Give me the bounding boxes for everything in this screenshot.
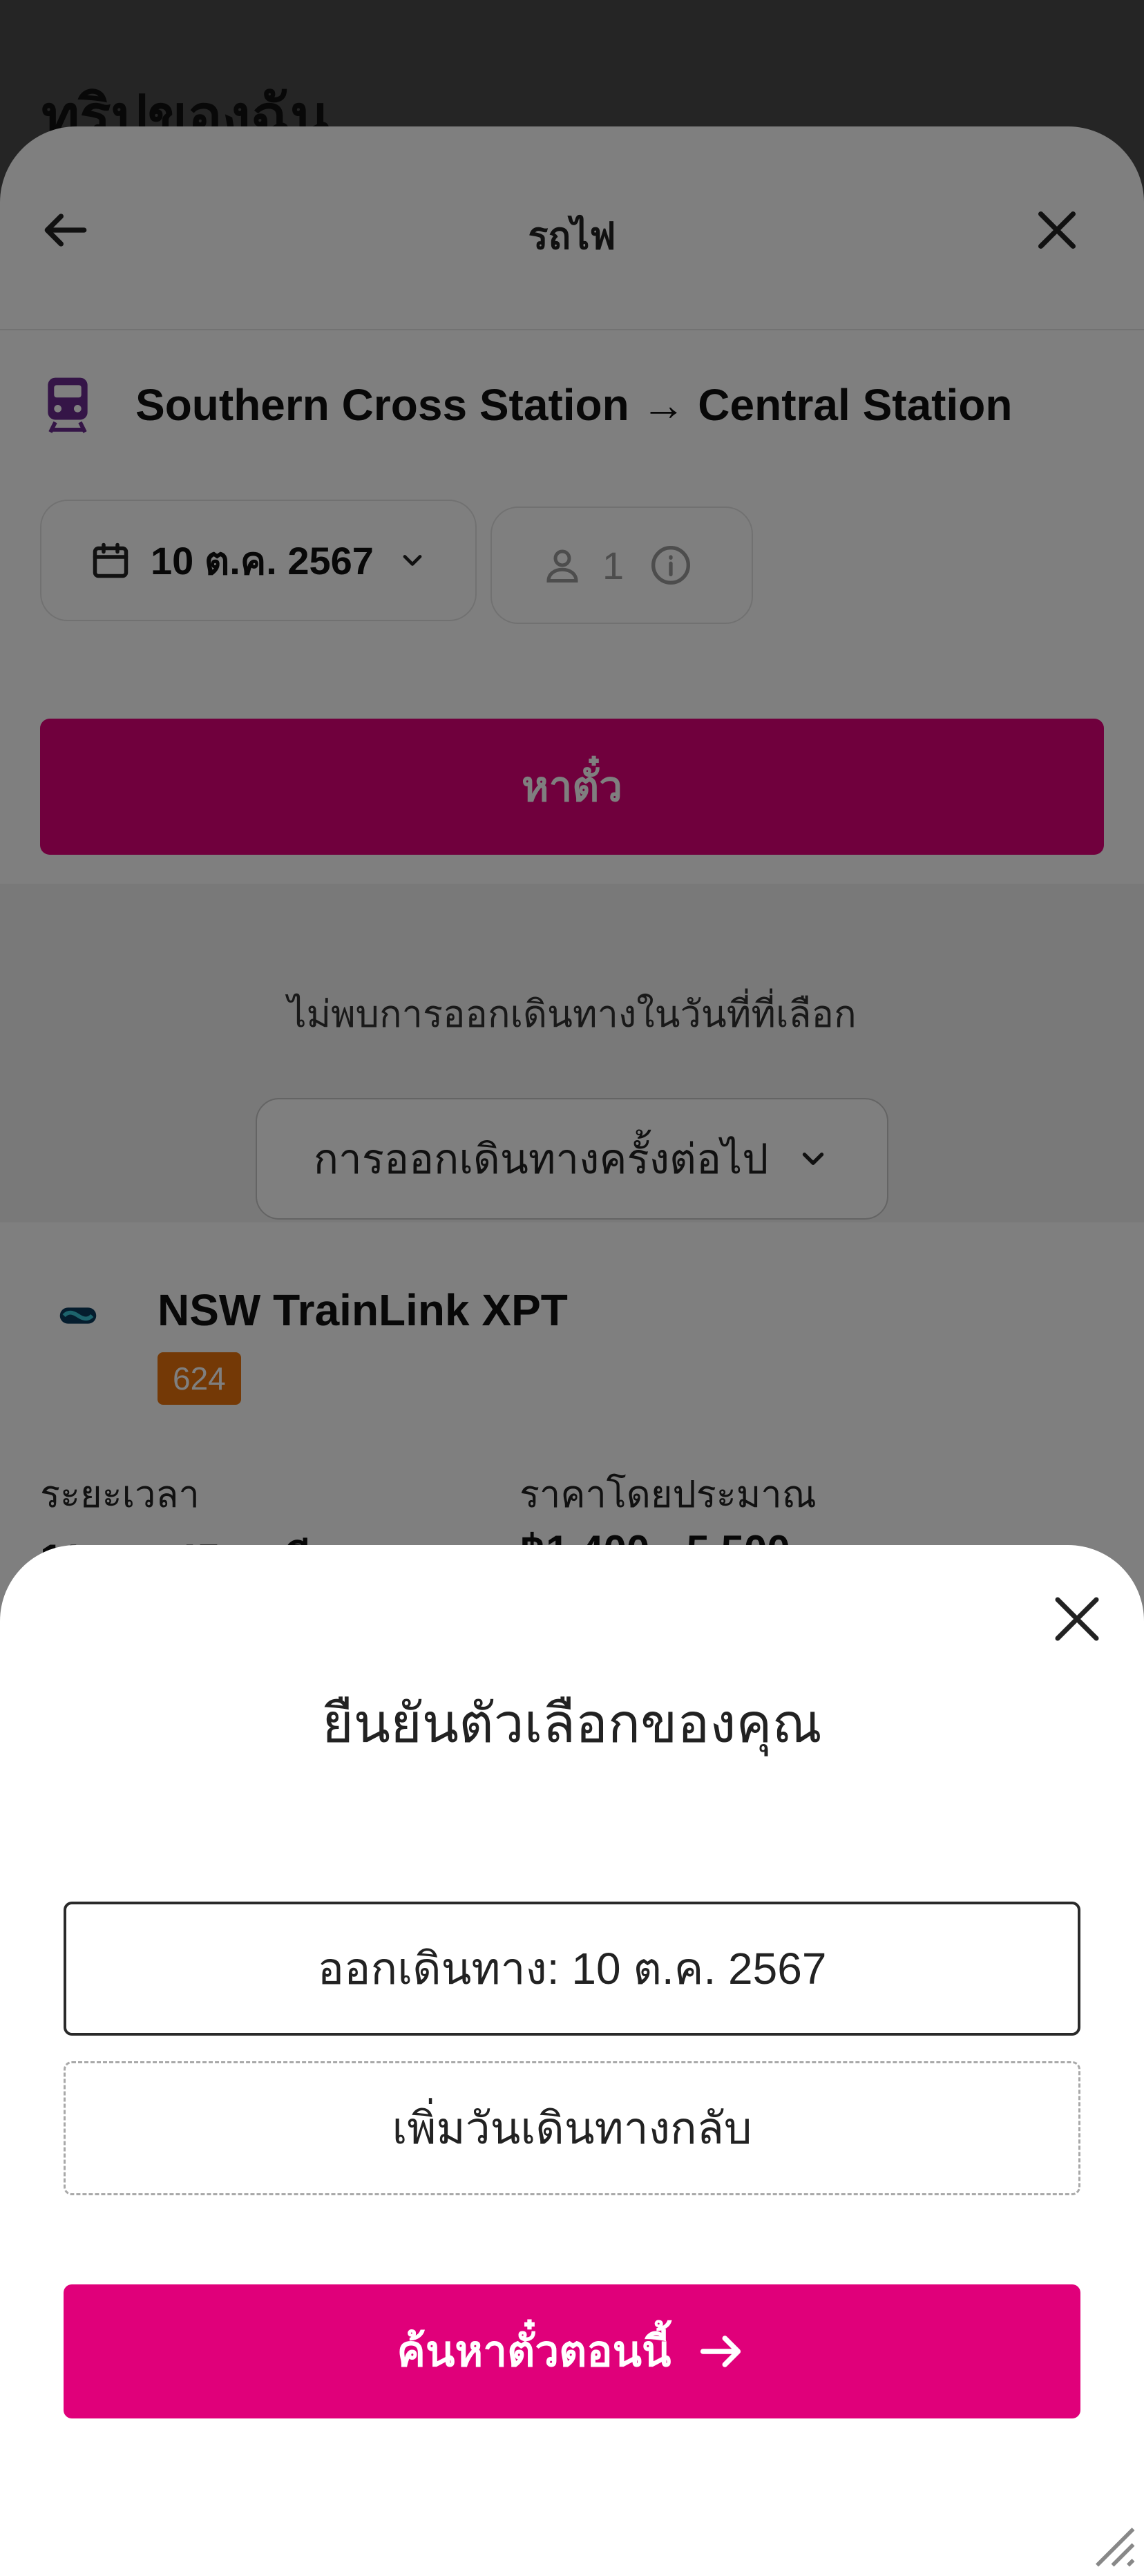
arrow-right-icon — [700, 2336, 741, 2367]
add-return-option[interactable]: เพิ่มวันเดินทางกลับ — [64, 2061, 1080, 2195]
resize-grip-icon — [1096, 2528, 1135, 2567]
confirm-sheet: ยืนยันตัวเลือกของคุณ ออกเดินทาง: 10 ต.ค.… — [0, 1545, 1144, 2576]
search-tickets-now-label: ค้นหาตั๋วตอนนี้ — [397, 2328, 671, 2376]
confirm-close-button[interactable] — [1039, 1581, 1115, 1657]
close-icon — [1055, 1597, 1099, 1641]
departure-option[interactable]: ออกเดินทาง: 10 ต.ค. 2567 — [64, 1902, 1080, 2036]
search-tickets-now-button[interactable]: ค้นหาตั๋วตอนนี้ — [64, 2284, 1080, 2418]
confirm-title: ยืนยันตัวเลือกของคุณ — [322, 1693, 822, 1754]
